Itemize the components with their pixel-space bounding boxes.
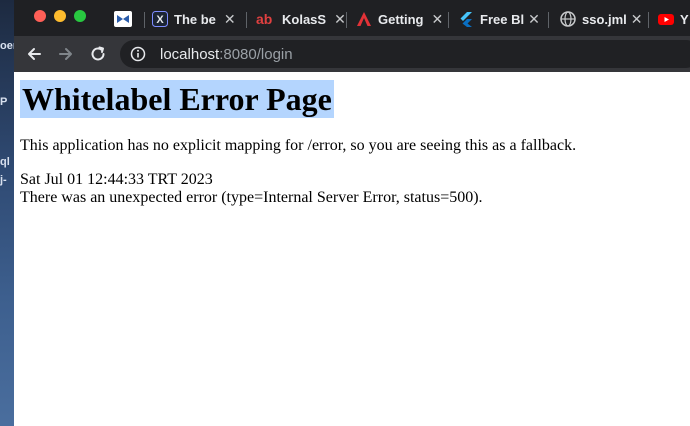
tab-getting[interactable]: Getting ✕: [356, 6, 443, 32]
close-tab-icon[interactable]: ✕: [528, 11, 540, 28]
close-tab-icon[interactable]: ✕: [224, 11, 236, 28]
globe-icon: [560, 11, 576, 27]
back-button[interactable]: [22, 42, 46, 66]
tab-label: The be: [174, 11, 216, 27]
error-message: This application has no explicit mapping…: [20, 137, 577, 154]
forward-button[interactable]: [54, 42, 78, 66]
close-tab-icon[interactable]: ✕: [432, 11, 444, 28]
ab-logo-icon: ab: [256, 11, 276, 27]
bowtie-icon: [114, 11, 132, 27]
angular-logo-icon: [356, 11, 372, 27]
reload-icon: [91, 46, 105, 61]
forward-arrow-icon: [59, 48, 72, 60]
tab-label: Free Bl: [480, 11, 525, 27]
tab-label: KolasS: [282, 11, 327, 27]
maximize-window-button[interactable]: [74, 10, 86, 22]
page-title: Whitelabel Error Page: [20, 80, 334, 118]
url-host: localhost: [160, 45, 220, 63]
tab-youtube[interactable]: Y: [658, 6, 689, 32]
tab-sso[interactable]: sso.jml ✕: [560, 6, 643, 32]
tab-free-bl[interactable]: Free Bl ✕: [458, 6, 540, 32]
page-content: Whitelabel Error Page This application h…: [14, 72, 690, 426]
desktop-label: j-: [0, 174, 7, 186]
tab-label: Getting: [378, 11, 424, 27]
tab-label: Y: [680, 11, 689, 27]
tab-label: sso.jml: [582, 11, 627, 27]
desktop-label: P: [0, 96, 8, 108]
minimize-window-button[interactable]: [54, 10, 66, 22]
svg-text:ab: ab: [256, 11, 272, 27]
address-bar[interactable]: localhost:8080/login: [120, 40, 690, 68]
close-window-button[interactable]: [34, 10, 46, 22]
tab-bar: X The be ✕ ab KolasS ✕ Getting ✕ Free Bl…: [14, 0, 690, 36]
svg-text:X: X: [156, 14, 164, 26]
back-arrow-icon: [28, 48, 41, 60]
browser-toolbar: localhost:8080/login: [14, 36, 690, 72]
error-status: There was an unexpected error (type=Inte…: [20, 189, 483, 206]
tab-bowtie[interactable]: [114, 6, 136, 32]
reload-button[interactable]: [86, 42, 110, 66]
desktop-label: ql: [0, 156, 10, 168]
youtube-icon: [658, 11, 674, 27]
close-tab-icon[interactable]: ✕: [631, 11, 643, 28]
url-text: localhost:8080/login: [160, 46, 293, 63]
flutter-logo-icon: [458, 11, 474, 27]
info-icon[interactable]: [130, 46, 146, 62]
url-path: :8080/login: [219, 45, 293, 63]
error-timestamp: Sat Jul 01 12:44:33 TRT 2023: [20, 171, 213, 188]
close-tab-icon[interactable]: ✕: [334, 11, 346, 28]
tab-kolass[interactable]: ab KolasS ✕: [256, 6, 346, 32]
browser-window: X The be ✕ ab KolasS ✕ Getting ✕ Free Bl…: [14, 0, 690, 426]
desktop-background: oer P ql j-: [0, 0, 17, 426]
x-logo-icon: X: [152, 11, 168, 27]
error-details: Sat Jul 01 12:44:33 TRT 2023 There was a…: [20, 171, 483, 207]
tab-the-best[interactable]: X The be ✕: [152, 6, 236, 32]
